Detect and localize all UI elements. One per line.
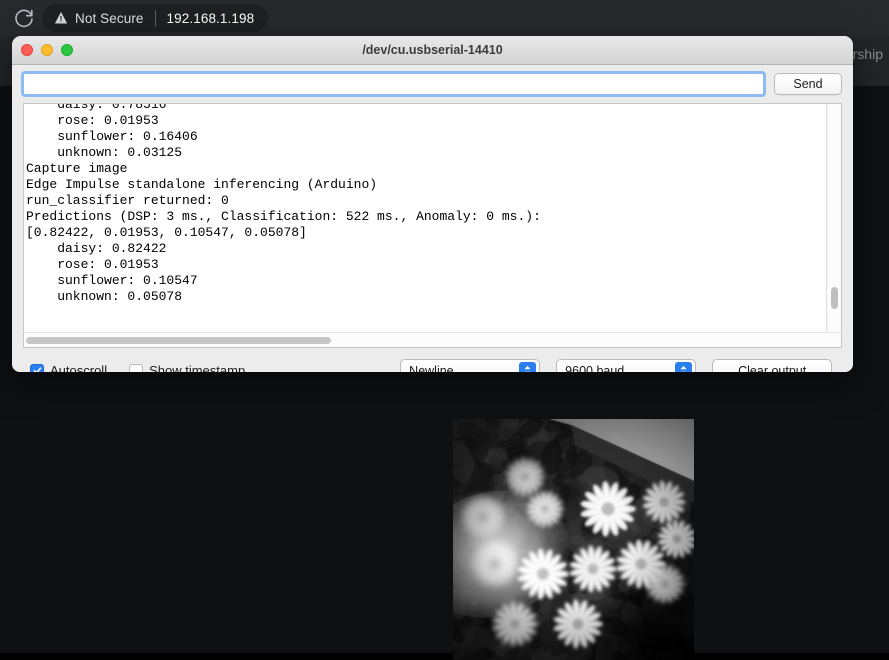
omnibox-divider bbox=[155, 10, 156, 27]
not-secure-label: Not Secure bbox=[75, 11, 144, 26]
show-timestamp-checkbox[interactable]: Show timestamp bbox=[129, 363, 245, 372]
window-titlebar[interactable]: /dev/cu.usbserial-14410 bbox=[12, 36, 853, 65]
show-timestamp-checkbox-box[interactable] bbox=[129, 364, 143, 373]
warning-triangle-icon bbox=[54, 11, 68, 25]
serial-monitor-bottom-bar: Autoscroll Show timestamp Newline 9600 b… bbox=[12, 348, 853, 372]
window-title: /dev/cu.usbserial-14410 bbox=[12, 36, 853, 65]
reload-icon[interactable] bbox=[12, 6, 36, 30]
send-button[interactable]: Send bbox=[774, 73, 842, 95]
line-ending-dropdown[interactable]: Newline bbox=[400, 359, 540, 372]
output-horizontal-scrollbar[interactable] bbox=[23, 332, 842, 348]
serial-output-text: daisy: 0.78516 rose: 0.01953 sunflower: … bbox=[24, 103, 541, 305]
captured-daisy-image bbox=[453, 419, 694, 660]
show-timestamp-label: Show timestamp bbox=[149, 363, 245, 372]
serial-output-area: daisy: 0.78516 rose: 0.01953 sunflower: … bbox=[23, 103, 842, 332]
output-vertical-scroll-thumb[interactable] bbox=[831, 287, 838, 309]
serial-monitor-window: /dev/cu.usbserial-14410 Send daisy: 0.78… bbox=[12, 36, 853, 372]
output-vertical-scrollbar[interactable] bbox=[826, 104, 841, 332]
send-row: Send bbox=[12, 65, 853, 103]
captured-image-canvas bbox=[453, 419, 694, 660]
autoscroll-checkbox[interactable]: Autoscroll bbox=[30, 363, 107, 372]
line-ending-value: Newline bbox=[409, 364, 453, 373]
output-horizontal-scroll-thumb[interactable] bbox=[26, 337, 331, 344]
autoscroll-checkbox-box[interactable] bbox=[30, 364, 44, 373]
browser-chrome: Not Secure 192.168.1.198 bbox=[0, 0, 889, 36]
clear-output-button[interactable]: Clear output bbox=[712, 359, 832, 372]
baud-rate-dropdown[interactable]: 9600 baud bbox=[556, 359, 696, 372]
baud-rate-value: 9600 baud bbox=[565, 364, 624, 373]
page-partial-text: rship bbox=[853, 46, 883, 62]
checkmark-icon bbox=[33, 366, 42, 372]
serial-send-input[interactable] bbox=[23, 73, 764, 95]
chevron-up-down-icon bbox=[675, 362, 692, 372]
chevron-up-down-icon bbox=[519, 362, 536, 372]
address-bar[interactable]: Not Secure 192.168.1.198 bbox=[42, 4, 268, 32]
autoscroll-label: Autoscroll bbox=[50, 363, 107, 372]
url-text: 192.168.1.198 bbox=[167, 11, 255, 26]
